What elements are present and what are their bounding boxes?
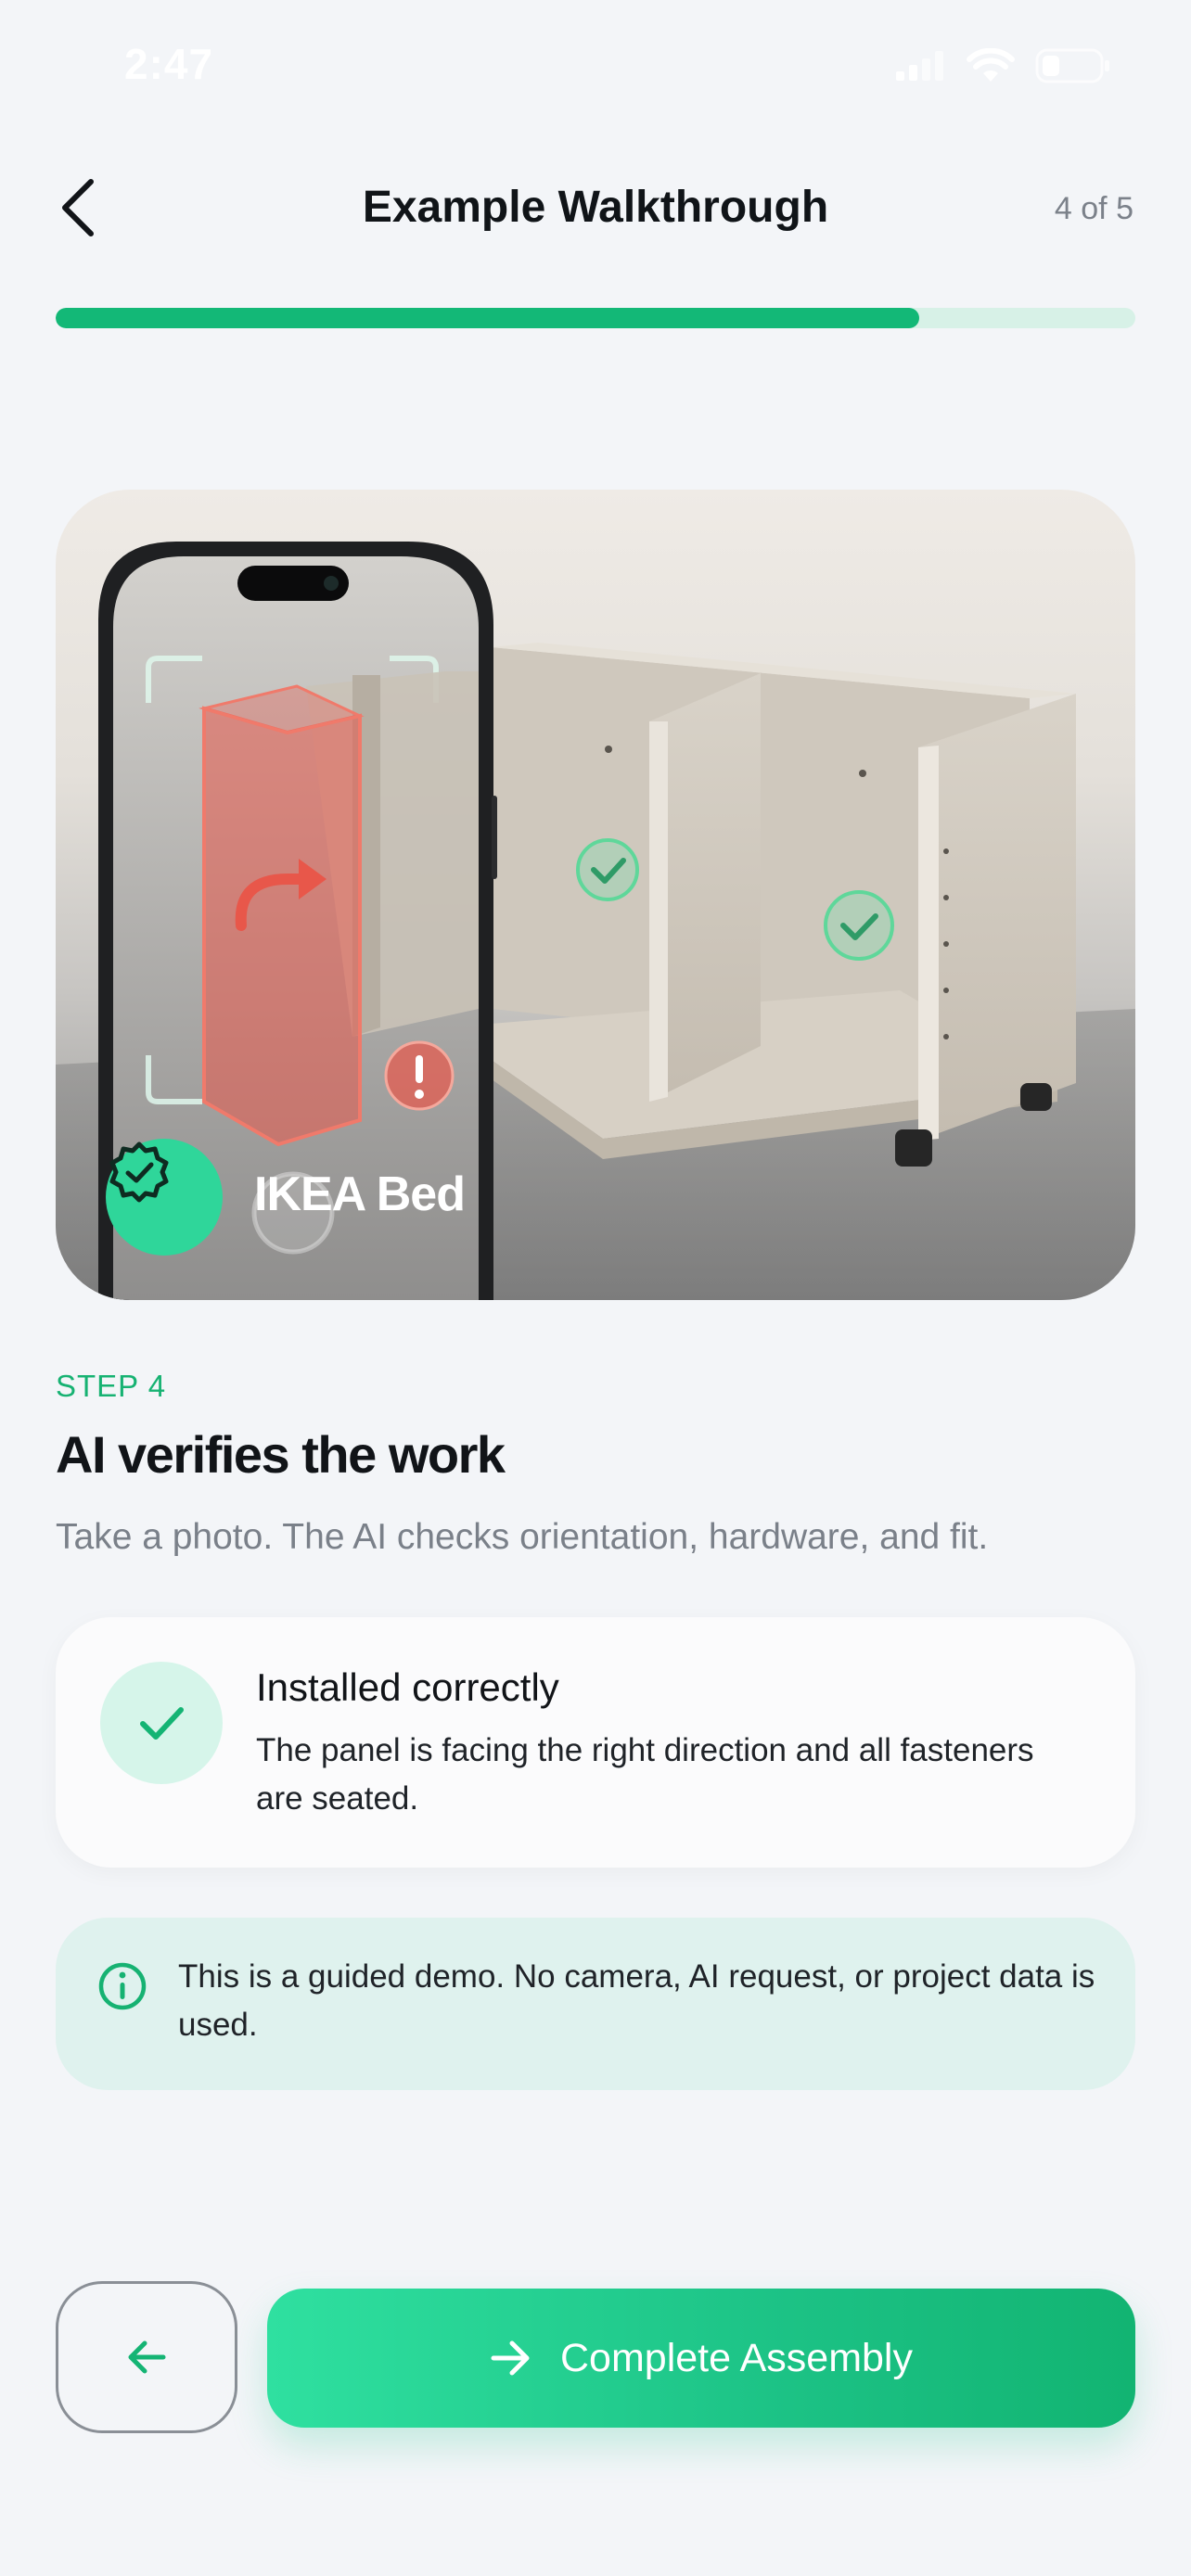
verified-badge — [106, 1139, 223, 1256]
step-eyebrow: STEP 4 — [56, 1369, 167, 1403]
signal-icon — [896, 51, 943, 81]
step-description: Take a photo. The AI checks orientation,… — [56, 1517, 989, 1557]
complete-assembly-label: Complete Assembly — [560, 2335, 913, 2380]
status-icons — [896, 48, 1111, 83]
result-text: The panel is facing the right direction … — [256, 1732, 1034, 1817]
status-time: 2:47 — [124, 40, 214, 88]
page-title: Example Walkthrough — [362, 183, 829, 232]
verified-check-marker — [824, 890, 894, 961]
product-label: IKEA Bed — [254, 1167, 466, 1221]
verified-badge-icon — [109, 1141, 169, 1203]
status-bar: 2:47 — [0, 0, 1191, 139]
step-title: AI verifies the work — [56, 1425, 506, 1484]
walkthrough-screen: 2:47 Example Walkthrough 4 of 5 IKEA Bed… — [0, 0, 1191, 2576]
alert-icon — [384, 1040, 455, 1111]
verified-check-marker — [576, 838, 639, 901]
arrow-left-icon — [128, 2340, 166, 2374]
info-icon — [98, 1962, 147, 2010]
result-card: Installed correctly The panel is facing … — [56, 1617, 1135, 1868]
progress-fill — [56, 308, 920, 328]
check-icon — [140, 1707, 184, 1740]
result-title: Installed correctly — [256, 1665, 559, 1709]
battery-icon — [1035, 48, 1109, 83]
wifi-icon — [967, 48, 1015, 82]
hero-illustration: IKEA Bed — [56, 490, 1135, 1300]
complete-assembly-button[interactable]: Complete Assembly — [267, 2289, 1135, 2428]
demo-notice-text: This is a guided demo. No camera, AI req… — [178, 1958, 1095, 2043]
previous-step-button[interactable] — [56, 2281, 237, 2433]
step-counter: 4 of 5 — [1054, 191, 1133, 226]
progress-bar — [56, 308, 1135, 328]
demo-notice: This is a guided demo. No camera, AI req… — [56, 1918, 1135, 2090]
result-check-badge — [100, 1662, 223, 1784]
arrow-right-icon — [491, 2340, 530, 2376]
